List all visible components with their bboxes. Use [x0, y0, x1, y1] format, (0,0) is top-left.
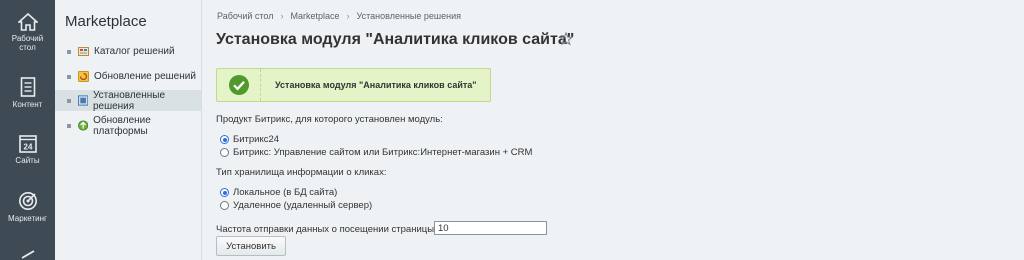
document-icon [20, 77, 35, 97]
home-icon [17, 13, 38, 31]
menu-item-platform-update[interactable]: Обновление платформы [55, 114, 201, 137]
menu-item-label: Обновление платформы [93, 114, 151, 137]
radio-button[interactable] [220, 201, 229, 210]
radio-label: Локальное (в БД сайта) [233, 187, 338, 198]
storage-label: Тип хранилища информации о кликах: [216, 167, 387, 178]
star-favorite-icon[interactable] [559, 32, 573, 46]
bullet-icon [67, 49, 71, 54]
radio-button[interactable] [220, 135, 229, 144]
breadcrumb-item[interactable]: Marketplace [291, 11, 340, 21]
rail-label: стол [19, 43, 36, 52]
bullet-icon [67, 98, 71, 103]
menu-item-update-solutions[interactable]: Обновление решений [55, 66, 201, 87]
page-title: Установка модуля "Аналитика кликов сайта… [216, 31, 575, 48]
rail-item-content[interactable]: Контент [0, 77, 55, 109]
breadcrumb-item[interactable]: Рабочий стол [217, 11, 274, 21]
radio-label: Удаленное (удаленный сервер) [233, 200, 373, 211]
success-notice: Установка модуля "Аналитика кликов сайта… [216, 68, 491, 102]
install-button[interactable]: Установить [216, 236, 286, 256]
breadcrumb-separator: › [346, 11, 350, 21]
radio-button[interactable] [220, 148, 229, 157]
radio-label: Битрикс24 [233, 134, 280, 145]
frequency-label: Частота отправки данных о посещении стра… [216, 224, 447, 235]
check-circle-icon [229, 75, 249, 95]
update-icon [78, 71, 89, 82]
storage-option-remote[interactable]: Удаленное (удаленный сервер) [220, 200, 372, 211]
radio-label: Битрикс: Управление сайтом или Битрикс:И… [233, 147, 533, 158]
radio-button[interactable] [220, 188, 229, 197]
rail-item-sites[interactable]: 24 Сайты [0, 134, 55, 165]
menu-item-catalog[interactable]: Каталог решений [55, 41, 201, 62]
platform-update-icon [77, 120, 88, 131]
left-rail: Рабочий стол Контент 24 Сайты Маркетинг [0, 0, 55, 260]
breadcrumb-separator: › [280, 11, 284, 21]
main-content: Рабочий стол › Marketplace › Установленн… [203, 0, 1024, 260]
menu-item-installed-solutions[interactable]: Установленные решения [55, 89, 201, 112]
product-label: Продукт Битрикс, для которого установлен… [216, 114, 443, 125]
calendar-badge: 24 [23, 143, 32, 152]
notice-text: Установка модуля "Аналитика кликов сайта… [275, 80, 477, 90]
notice-icon-wrap [217, 69, 261, 101]
product-option-site-management[interactable]: Битрикс: Управление сайтом или Битрикс:И… [220, 147, 532, 158]
rail-item-marketing[interactable]: Маркетинг [0, 191, 55, 223]
rail-item-desktop[interactable]: Рабочий стол [0, 13, 55, 52]
menu-title: Marketplace [65, 13, 147, 30]
installed-icon [77, 95, 88, 106]
rail-label: Рабочий [11, 34, 44, 43]
frequency-input[interactable] [434, 221, 547, 235]
menu-item-label: Установленные решения [92, 89, 166, 112]
rail-item-more[interactable] [0, 246, 55, 260]
rail-label: Сайты [15, 156, 40, 165]
rail-label: Контент [12, 100, 43, 109]
breadcrumb: Рабочий стол › Marketplace › Установленн… [217, 11, 461, 21]
catalog-icon [78, 47, 89, 56]
secondary-menu: Marketplace Каталог решений Обновление р… [55, 0, 202, 260]
menu-item-label: Каталог решений [94, 46, 175, 57]
pencil-icon [21, 250, 34, 259]
menu-item-label: Обновление решений [94, 71, 196, 82]
storage-option-local[interactable]: Локальное (в БД сайта) [220, 187, 337, 198]
bullet-icon [67, 74, 71, 79]
bullet-icon [67, 123, 71, 128]
rail-label: Маркетинг [8, 214, 47, 223]
calendar-24-icon: 24 [18, 135, 37, 153]
product-option-bitrix24[interactable]: Битрикс24 [220, 134, 279, 145]
breadcrumb-item[interactable]: Установленные решения [357, 11, 461, 21]
target-icon [18, 192, 37, 210]
